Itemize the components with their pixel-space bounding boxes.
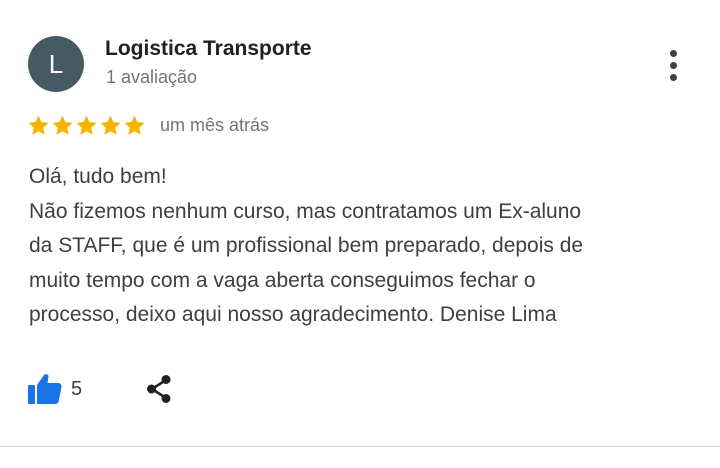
like-button[interactable]: 5 [27, 372, 82, 406]
star-icon [52, 115, 73, 135]
review-line: muito tempo com a vaga aberta conseguimo… [29, 268, 536, 292]
star-rating [27, 114, 146, 137]
share-button[interactable] [143, 373, 175, 405]
review-count: 1 avaliação [106, 67, 198, 87]
avatar[interactable]: L [28, 36, 84, 92]
avatar-initial: L [48, 48, 64, 79]
more-vertical-icon-dot [669, 61, 677, 69]
star-icon [28, 115, 49, 135]
review-line: processo, deixo aqui nosso agradecimento… [29, 303, 557, 326]
star-icon [124, 115, 145, 135]
author-name[interactable]: Logistica Transporte [105, 37, 312, 61]
star-icon [76, 115, 97, 135]
more-options-button[interactable] [660, 46, 686, 84]
thumbs-up-icon [28, 374, 62, 404]
divider [0, 446, 720, 447]
review-line: Não fizemos nenhum curso, mas contratamo… [29, 199, 582, 223]
like-count: 5 [71, 377, 83, 400]
more-vertical-icon-dot [669, 73, 677, 81]
review-time: um mês atrás [160, 114, 270, 135]
star-icon [100, 115, 121, 135]
review-line: da STAFF, que é um profissional bem prep… [29, 234, 584, 257]
review-text: Olá, tudo bem! Não fizemos nenhum curso,… [29, 160, 699, 333]
more-vertical-icon-dot [669, 49, 677, 57]
share-icon [147, 375, 171, 403]
rating-row: um mês atrás [27, 112, 269, 138]
review-card: L Logistica Transporte 1 avaliação um mê… [0, 0, 720, 468]
review-line: Olá, tudo bem! [29, 165, 167, 188]
